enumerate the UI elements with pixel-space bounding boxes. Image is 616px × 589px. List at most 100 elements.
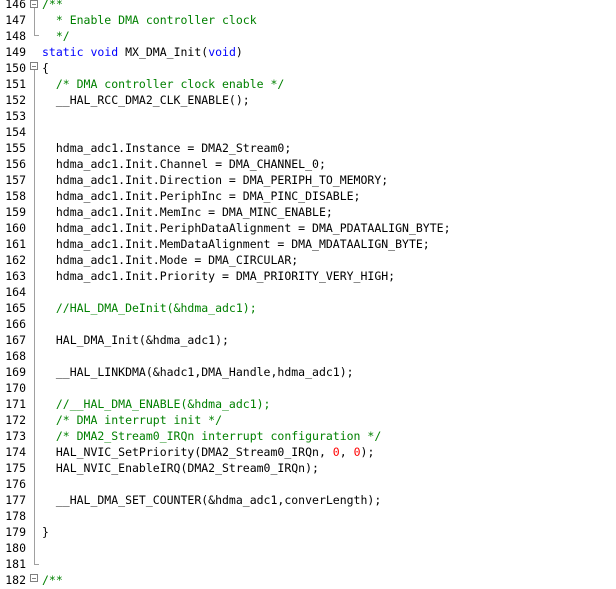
code-line[interactable]: 180: [0, 540, 616, 556]
code-line[interactable]: 146 /**: [0, 0, 616, 12]
code-text[interactable]: * Enable DMA controller clock: [42, 12, 257, 28]
code-line[interactable]: 177 __HAL_DMA_SET_COUNTER(&hdma_adc1,con…: [0, 492, 616, 508]
code-text[interactable]: hdma_adc1.Init.Mode = DMA_CIRCULAR;: [42, 252, 298, 268]
code-text[interactable]: hdma_adc1.Init.MemDataAlignment = DMA_MD…: [42, 236, 430, 252]
line-number: 172: [5, 413, 26, 427]
code-text[interactable]: __HAL_DMA_SET_COUNTER(&hdma_adc1,converL…: [42, 492, 381, 508]
code-token: hdma_adc1.Init.PeriphInc = DMA_PINC_DISA…: [42, 189, 361, 203]
code-text[interactable]: hdma_adc1.Init.MemInc = DMA_MINC_ENABLE;: [42, 204, 333, 220]
code-line[interactable]: 150 {: [0, 60, 616, 76]
code-token: HAL_NVIC_SetPriority(DMA2_Stream0_IRQn,: [42, 445, 333, 459]
code-keyword: void: [90, 45, 119, 59]
line-number: 181: [5, 557, 26, 571]
code-line[interactable]: 154: [0, 124, 616, 140]
line-number: 175: [5, 461, 26, 475]
code-line[interactable]: 166: [0, 316, 616, 332]
code-line[interactable]: 161 hdma_adc1.Init.MemDataAlignment = DM…: [0, 236, 616, 252]
code-line[interactable]: 181: [0, 556, 616, 572]
code-token: hdma_adc1.Init.MemInc = DMA_MINC_ENABLE;: [42, 205, 333, 219]
fold-toggle-icon[interactable]: [30, 574, 38, 582]
code-line[interactable]: 157 hdma_adc1.Init.Direction = DMA_PERIP…: [0, 172, 616, 188]
line-number: 156: [5, 157, 26, 171]
code-line[interactable]: 171 //__HAL_DMA_ENABLE(&hdma_adc1);: [0, 396, 616, 412]
code-line[interactable]: 158 hdma_adc1.Init.PeriphInc = DMA_PINC_…: [0, 188, 616, 204]
line-number: 176: [5, 477, 26, 491]
code-text[interactable]: HAL_NVIC_EnableIRQ(DMA2_Stream0_IRQn);: [42, 460, 319, 476]
code-line[interactable]: 160 hdma_adc1.Init.PeriphDataAlignment =…: [0, 220, 616, 236]
fold-end-marker: [34, 35, 39, 36]
code-text[interactable]: /* DMA interrupt init */: [42, 412, 222, 428]
code-line[interactable]: 163 hdma_adc1.Init.Priority = DMA_PRIORI…: [0, 268, 616, 284]
code-line[interactable]: 165 //HAL_DMA_DeInit(&hdma_adc1);: [0, 300, 616, 316]
code-token: hdma_adc1.Init.Channel = DMA_CHANNEL_0;: [42, 157, 326, 171]
code-line[interactable]: 151 /* DMA controller clock enable */: [0, 76, 616, 92]
fold-end-marker: [34, 564, 39, 565]
code-line[interactable]: 155 hdma_adc1.Instance = DMA2_Stream0;: [0, 140, 616, 156]
code-line[interactable]: 174 HAL_NVIC_SetPriority(DMA2_Stream0_IR…: [0, 444, 616, 460]
line-number: 173: [5, 429, 26, 443]
code-line[interactable]: 175 HAL_NVIC_EnableIRQ(DMA2_Stream0_IRQn…: [0, 460, 616, 476]
code-text[interactable]: {: [42, 60, 49, 76]
code-line[interactable]: 159 hdma_adc1.Init.MemInc = DMA_MINC_ENA…: [0, 204, 616, 220]
code-line[interactable]: 167 HAL_DMA_Init(&hdma_adc1);: [0, 332, 616, 348]
code-text[interactable]: __HAL_LINKDMA(&hadc1,DMA_Handle,hdma_adc…: [42, 364, 354, 380]
code-keyword: void: [208, 45, 236, 59]
line-number: 177: [5, 493, 26, 507]
code-text[interactable]: HAL_DMA_Init(&hdma_adc1);: [42, 332, 229, 348]
code-line[interactable]: 170: [0, 380, 616, 396]
code-line[interactable]: 149 static void MX_DMA_Init(void): [0, 44, 616, 60]
line-number: 169: [5, 365, 26, 379]
code-token: HAL_NVIC_EnableIRQ(DMA2_Stream0_IRQn);: [42, 461, 319, 475]
code-line[interactable]: 172 /* DMA interrupt init */: [0, 412, 616, 428]
code-line[interactable]: 148 */: [0, 28, 616, 44]
code-text[interactable]: /* DMA controller clock enable */: [42, 76, 284, 92]
code-text[interactable]: //HAL_DMA_DeInit(&hdma_adc1);: [42, 300, 257, 316]
line-number: 162: [5, 253, 26, 267]
code-text[interactable]: /**: [42, 572, 63, 588]
code-number: 0: [353, 445, 361, 459]
fold-toggle-icon[interactable]: [30, 0, 38, 8]
code-line[interactable]: 147 * Enable DMA controller clock: [0, 12, 616, 28]
code-text[interactable]: static void MX_DMA_Init(void): [42, 44, 243, 60]
code-text[interactable]: /* DMA2_Stream0_IRQn interrupt configura…: [42, 428, 381, 444]
code-text[interactable]: }: [42, 524, 49, 540]
code-line[interactable]: 182 /**: [0, 572, 616, 588]
code-line[interactable]: 176: [0, 476, 616, 492]
code-text[interactable]: hdma_adc1.Init.Channel = DMA_CHANNEL_0;: [42, 156, 326, 172]
code-editor[interactable]: 146/** 147 * Enable DMA controller clock 1…: [0, 0, 616, 589]
code-line[interactable]: 178: [0, 508, 616, 524]
code-line[interactable]: 169 __HAL_LINKDMA(&hadc1,DMA_Handle,hdma…: [0, 364, 616, 380]
code-line[interactable]: 152 __HAL_RCC_DMA2_CLK_ENABLE();: [0, 92, 616, 108]
code-text[interactable]: //__HAL_DMA_ENABLE(&hdma_adc1);: [42, 396, 271, 412]
code-token: ): [235, 45, 243, 59]
code-line[interactable]: 168: [0, 348, 616, 364]
code-token: MX_DMA_Init(: [118, 45, 209, 59]
code-token: );: [360, 445, 375, 459]
line-number: 171: [5, 397, 26, 411]
code-line[interactable]: 153: [0, 108, 616, 124]
code-text[interactable]: hdma_adc1.Init.PeriphDataAlignment = DMA…: [42, 220, 451, 236]
code-comment: /**: [42, 573, 63, 587]
code-token: hdma_adc1.Init.Priority = DMA_PRIORITY_V…: [42, 269, 396, 283]
code-text[interactable]: /**: [42, 0, 63, 12]
code-text[interactable]: __HAL_RCC_DMA2_CLK_ENABLE();: [42, 92, 250, 108]
code-comment: /* DMA2_Stream0_IRQn interrupt configura…: [42, 429, 382, 443]
code-line[interactable]: 162 hdma_adc1.Init.Mode = DMA_CIRCULAR;: [0, 252, 616, 268]
code-text[interactable]: hdma_adc1.Init.PeriphInc = DMA_PINC_DISA…: [42, 188, 361, 204]
fold-guide-line: [34, 70, 35, 564]
line-number: 160: [5, 221, 26, 235]
code-text[interactable]: hdma_adc1.Init.Priority = DMA_PRIORITY_V…: [42, 268, 395, 284]
code-line[interactable]: 156 hdma_adc1.Init.Channel = DMA_CHANNEL…: [0, 156, 616, 172]
code-text[interactable]: */: [42, 28, 70, 44]
code-comment: //__HAL_DMA_ENABLE(&hdma_adc1);: [42, 397, 271, 411]
code-line[interactable]: 179}: [0, 524, 616, 540]
fold-toggle-icon[interactable]: [30, 62, 38, 70]
code-token: hdma_adc1.Instance = DMA2_Stream0;: [42, 141, 292, 155]
code-text[interactable]: hdma_adc1.Instance = DMA2_Stream0;: [42, 140, 291, 156]
code-text[interactable]: HAL_NVIC_SetPriority(DMA2_Stream0_IRQn, …: [42, 444, 375, 460]
code-comment: /* DMA controller clock enable */: [42, 77, 285, 91]
code-line[interactable]: 164: [0, 284, 616, 300]
fold-guide-line: [34, 8, 35, 35]
code-line[interactable]: 173 /* DMA2_Stream0_IRQn interrupt confi…: [0, 428, 616, 444]
code-text[interactable]: hdma_adc1.Init.Direction = DMA_PERIPH_TO…: [42, 172, 388, 188]
